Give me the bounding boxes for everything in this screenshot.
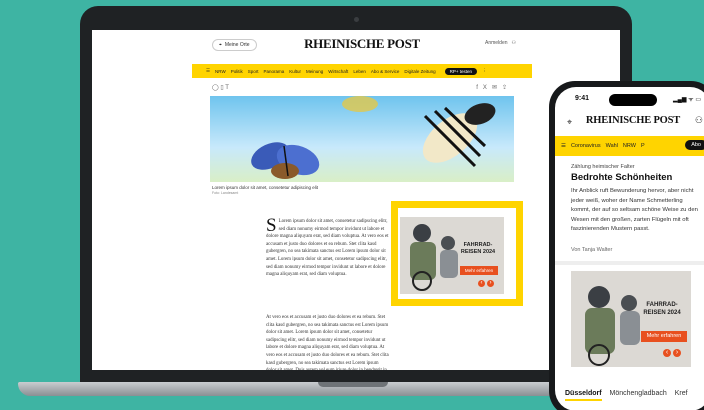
phone-navigation: ☰ Coronavirus Wahl NRW P Abo	[555, 136, 704, 156]
article-tools-left: ◯ ▯ T	[212, 84, 229, 91]
facebook-icon[interactable]: f	[476, 85, 483, 91]
rp-plus-test-button[interactable]: RP+ testen	[444, 67, 478, 75]
ad-cta-button[interactable]: Mehr erfahren	[641, 331, 687, 342]
dynamic-island	[609, 94, 657, 106]
nav-item-wirtschaft[interactable]: Wirtschaft	[328, 69, 348, 74]
phone-bicycle-travel-ad[interactable]: FAHRRAD- REISEN 2024 Mehr erfahren ‹ ›	[571, 271, 691, 367]
ad-carousel-controls: ‹ ›	[663, 349, 681, 357]
comment-icon[interactable]: ◯	[212, 85, 219, 91]
article-hero-image	[210, 96, 514, 182]
bookmark-icon[interactable]: ▯	[220, 85, 223, 91]
ad-highlight-frame: FAHRRAD- REISEN 2024 Mehr erfahren ‹ ›	[391, 201, 523, 306]
ad-title-line-1: FAHRRAD-	[646, 302, 678, 308]
menu-icon[interactable]: ☰	[206, 68, 210, 74]
article-author: Von Tanja Walter	[571, 247, 613, 253]
x-icon[interactable]: X	[483, 85, 492, 91]
article-kicker: Zählung heimischer Falter	[571, 164, 635, 170]
ad-prev-icon[interactable]: ‹	[663, 349, 671, 357]
phone-site-logo[interactable]: RHEINISCHE POST	[555, 115, 704, 126]
abo-button[interactable]: Abo	[685, 140, 704, 150]
email-icon[interactable]: ✉	[492, 85, 502, 91]
ad-next-icon[interactable]: ›	[673, 349, 681, 357]
nav-item-panorama[interactable]: Panorama	[264, 69, 285, 74]
phone-nav-p[interactable]: P	[641, 143, 645, 149]
article-paragraph-2: At vero eos et accusam et justo duo dolo…	[266, 315, 389, 370]
ad-title-line-2: REISEN 2024	[460, 249, 496, 255]
ad-title: FAHRRAD- REISEN 2024	[452, 242, 504, 256]
ad-next-icon[interactable]: ›	[487, 280, 494, 287]
nav-item-nrw[interactable]: NRW	[215, 69, 226, 74]
font-size-icon[interactable]: T	[225, 85, 229, 91]
nav-item-leben[interactable]: Leben	[353, 69, 366, 74]
website: ⌖ Meine Orte RHEINISCHE POST Anmelden ⚇ …	[192, 30, 532, 370]
article-headline[interactable]: Bedrohte Schönheiten	[571, 172, 672, 183]
ad-carousel-controls: ‹ ›	[478, 280, 494, 287]
site-logo[interactable]: RHEINISCHE POST	[192, 36, 532, 52]
menu-icon[interactable]: ☰	[561, 143, 566, 149]
user-icon: ⚇	[511, 40, 516, 46]
share-tools: fX✉⇪	[476, 84, 512, 91]
nav-item-abo-service[interactable]: Abo & Service	[371, 69, 400, 74]
ad-title-line-2: REISEN 2024	[643, 310, 681, 316]
tab-krefeld[interactable]: Kref	[675, 390, 688, 397]
ad-prev-icon[interactable]: ‹	[478, 280, 485, 287]
ad-title: FAHRRAD- REISEN 2024	[633, 301, 691, 317]
smartphone: 9:41 ▂▄▆ ᯤ ▭ ⌖ RHEINISCHE POST ⚇ ☰ Coron…	[549, 81, 704, 410]
image-credit: Foto: Landesamt	[212, 191, 239, 195]
article-toolbar: ◯ ▯ T fX✉⇪	[212, 84, 512, 94]
article-paragraph-1: S Lorem ipsum dolor sit amet, consetetur…	[266, 215, 390, 279]
nav-item-kultur[interactable]: Kultur	[289, 69, 301, 74]
user-icon[interactable]: ⚇	[695, 115, 703, 126]
phone-screen: 9:41 ▂▄▆ ᯤ ▭ ⌖ RHEINISCHE POST ⚇ ☰ Coron…	[555, 87, 704, 410]
image-caption: Lorem ipsum dolor sit amet, consetetur a…	[212, 185, 319, 190]
tab-duesseldorf[interactable]: Düsseldorf	[565, 390, 602, 401]
login-label: Anmelden	[485, 40, 508, 46]
nav-item-sport[interactable]: Sport	[248, 69, 259, 74]
paragraph-1-text: Lorem ipsum dolor sit amet, consetetur s…	[266, 219, 389, 278]
login-link[interactable]: Anmelden ⚇	[485, 40, 516, 46]
laptop-camera	[354, 17, 359, 22]
nav-item-politik[interactable]: Politik	[231, 69, 243, 74]
phone-nav-coronavirus[interactable]: Coronavirus	[571, 143, 601, 149]
section-divider	[555, 261, 704, 265]
nav-item-meinung[interactable]: Meinung	[306, 69, 323, 74]
ad-cta-button[interactable]: Mehr erfahren	[460, 266, 498, 275]
laptop-screen: ⌖ Meine Orte RHEINISCHE POST Anmelden ⚇ …	[92, 30, 620, 370]
butterflies-illustration	[251, 96, 496, 179]
main-navigation: ☰ NRW Politik Sport Panorama Kultur Mein…	[192, 64, 532, 78]
site-header: ⌖ Meine Orte RHEINISCHE POST Anmelden ⚇	[192, 30, 532, 60]
nav-item-digitale-zeitung[interactable]: Digitale Zeitung	[404, 69, 435, 74]
phone-nav-wahl[interactable]: Wahl	[606, 143, 618, 149]
share-icon[interactable]: ⇪	[502, 85, 512, 91]
more-icon[interactable]: ⋮	[482, 68, 487, 74]
status-time: 9:41	[575, 95, 590, 102]
bicycle-travel-ad[interactable]: FAHRRAD- REISEN 2024 Mehr erfahren ‹ ›	[400, 217, 504, 294]
ad-title-line-1: FAHRRAD-	[463, 242, 493, 248]
laptop-hinge-notch	[318, 382, 388, 387]
phone-nav-nrw[interactable]: NRW	[623, 143, 636, 149]
status-icons: ▂▄▆ ᯤ ▭	[673, 97, 701, 103]
city-tabs: Düsseldorf Mönchengladbach Kref	[565, 390, 704, 401]
dropcap: S	[266, 215, 277, 236]
tab-moenchengladbach[interactable]: Mönchengladbach	[610, 390, 667, 397]
article-teaser: Ihr Anblick ruft Bewunderung hervor, abe…	[571, 188, 698, 232]
